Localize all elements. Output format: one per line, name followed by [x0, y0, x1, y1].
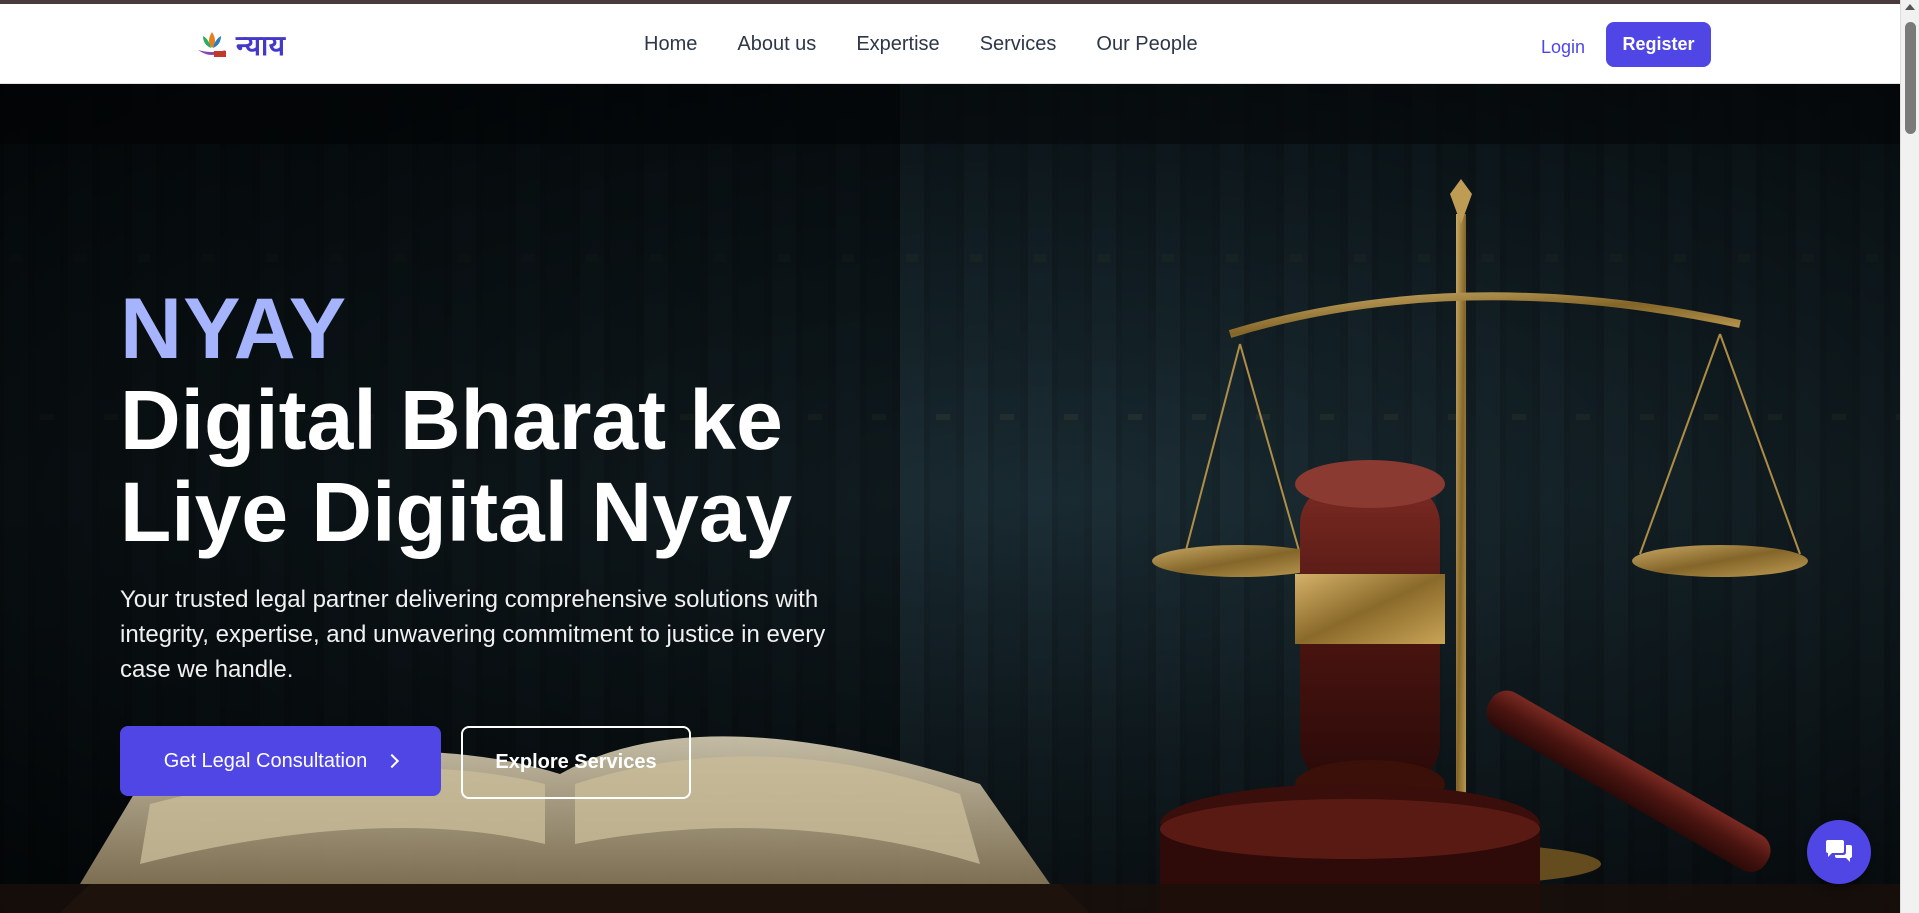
hero-description: Your trusted legal partner delivering co… [120, 586, 826, 683]
nav-about-us[interactable]: About us [737, 33, 816, 56]
hero-section: NYAY Digital Bharat ke Liye Digital Nyay… [0, 84, 1900, 913]
scroll-up-arrow-icon[interactable] [1905, 4, 1915, 10]
logo-text: न्याय [236, 29, 286, 62]
hero-brand: NYAY [120, 281, 348, 377]
chat-button[interactable] [1807, 820, 1871, 884]
scroll-thumb[interactable] [1905, 22, 1916, 134]
logo[interactable]: न्याय [194, 26, 286, 64]
chat-bubbles-icon [1826, 840, 1852, 862]
site-header: न्याय Home About us Expertise Services O… [0, 4, 1900, 84]
explore-services-button[interactable]: Explore Services [461, 726, 691, 799]
nav-our-people[interactable]: Our People [1096, 33, 1197, 56]
nav-services[interactable]: Services [980, 33, 1057, 56]
login-link[interactable]: Login [1541, 37, 1585, 58]
chevron-right-icon [385, 753, 400, 769]
get-legal-consultation-label: Get Legal Consultation [163, 749, 368, 772]
main-nav: Home About us Expertise Services Our Peo… [644, 33, 1198, 56]
get-legal-consultation-button[interactable]: Get Legal Consultation [120, 726, 441, 796]
nav-expertise[interactable]: Expertise [856, 33, 939, 56]
register-button[interactable]: Register [1606, 22, 1711, 67]
nav-home[interactable]: Home [644, 33, 697, 56]
hero-title: Digital Bharat ke Liye Digital Nyay [120, 373, 793, 559]
scrollbar[interactable] [1900, 0, 1919, 913]
lotus-scales-icon [198, 32, 226, 57]
